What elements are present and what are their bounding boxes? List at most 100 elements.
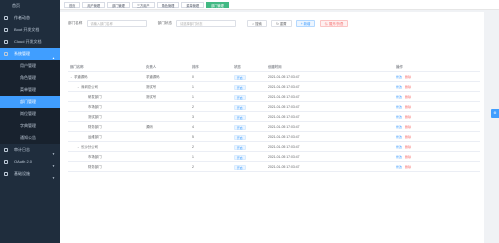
sidebar-item-label: 系统管理 [14, 51, 30, 56]
sidebar-item-label: Boot 开发文档 [14, 27, 40, 32]
table-row: 财务部门 2 开启 2021-01-05 17:03:47 修改 删除 [68, 162, 480, 172]
menu-icon [4, 148, 8, 152]
sidebar-item[interactable]: 岗位管理 [0, 108, 60, 120]
edit-link[interactable]: 修改 [396, 142, 402, 152]
operation-cell: 修改 删除 [396, 72, 414, 82]
sidebar-item-label: 作者动态 [14, 15, 30, 20]
tag-item[interactable]: 部门管理 [206, 2, 229, 8]
table-row: 财务部门 源码 4 开启 2021-01-05 17:03:47 修改 删除 [68, 122, 480, 132]
delete-link[interactable]: 删除 [405, 132, 411, 142]
sidebar-item[interactable]: OAuth 2.0 ▼ [0, 156, 60, 168]
sidebar-item[interactable]: 审计日志 ▼ [0, 144, 60, 156]
status-badge: 开启 [234, 154, 246, 160]
menu-icon [4, 172, 8, 176]
delete-link[interactable]: 删除 [405, 152, 411, 162]
operation-cell: 修改 删除 [396, 132, 414, 142]
create-time-cell: 2021-01-05 17:03:47 [268, 115, 300, 119]
edit-link[interactable]: 修改 [396, 112, 402, 122]
sidebar-item[interactable]: Boot 开发文档 [0, 24, 60, 36]
dept-name-cell: ⌄深圳总公司 [77, 82, 98, 92]
delete-link[interactable]: 删除 [405, 82, 411, 92]
sidebar-item[interactable]: 部门管理 [0, 96, 60, 108]
header-name: 部门名称 [70, 65, 84, 69]
sort-cell: 2 [192, 145, 194, 149]
dept-name-text: 财务部门 [88, 125, 102, 129]
delete-link[interactable]: 删除 [405, 92, 411, 102]
edit-link[interactable]: 修改 [396, 152, 402, 162]
sort-cell: 0 [192, 75, 194, 79]
operation-cell: 修改 删除 [396, 142, 414, 152]
table-row: 市场部门 1 开启 2021-01-05 17:03:47 修改 删除 [68, 152, 480, 162]
dept-status-label: 部门状态 [157, 21, 172, 25]
tag-item[interactable]: 首页 [64, 2, 81, 8]
reset-button[interactable]: ↻ 重置 [271, 20, 292, 27]
sidebar-item[interactable]: 首页 [0, 0, 60, 12]
sidebar-item-label: Cloud 开发文档 [14, 39, 42, 44]
add-button-label: 新增 [303, 22, 311, 26]
expand-collapse-button[interactable]: ⇅ 展开/折叠 [319, 20, 349, 27]
operation-cell: 修改 删除 [396, 162, 414, 172]
status-cell: 开启 [234, 92, 246, 102]
sidebar-item[interactable]: 字典管理 [0, 120, 60, 132]
create-time-cell: 2021-01-05 17:03:47 [268, 125, 300, 129]
search-button-label: 搜索 [255, 22, 262, 26]
dept-name-text: 深圳总公司 [81, 85, 98, 89]
sidebar-item[interactable]: 用户管理 [0, 60, 60, 72]
sidebar-item[interactable]: 角色管理 [0, 72, 60, 84]
dept-name-input[interactable]: 请输入部门名称 [86, 20, 147, 27]
edit-link[interactable]: 修改 [396, 82, 402, 92]
add-button[interactable]: + 新增 [295, 20, 316, 27]
operation-cell: 修改 删除 [396, 152, 414, 162]
edit-link[interactable]: 修改 [396, 122, 402, 132]
sort-cell: 4 [192, 125, 194, 129]
edit-link[interactable]: 修改 [396, 132, 402, 142]
tag-item[interactable]: 部门管理 [107, 2, 130, 8]
sidebar-item[interactable]: 系统管理 ▲ [0, 48, 60, 60]
sidebar-item[interactable]: 菜单管理 [0, 84, 60, 96]
leader-cell: 测试号 [146, 85, 157, 89]
dept-name-cell: 财务部门 [84, 122, 102, 132]
edit-link[interactable]: 修改 [396, 162, 402, 172]
status-badge: 开启 [234, 94, 246, 100]
table-row: 测试部门 3 开启 2021-01-05 17:03:47 修改 删除 [68, 112, 480, 122]
edit-link[interactable]: 修改 [396, 72, 402, 82]
delete-link[interactable]: 删除 [405, 162, 411, 172]
dept-name-text: 长沙分公司 [81, 145, 98, 149]
sort-cell: 2 [192, 165, 194, 169]
search-button[interactable]: ⌕ 搜索 [247, 20, 267, 27]
main-area: 首页 用户管理 部门管理 三方用户 角色管理 菜单管理 部门管理 部门名称 请输入部门名称 … [60, 0, 499, 243]
sidebar-item[interactable]: Cloud 开发文档 [0, 36, 60, 48]
sidebar-item[interactable]: 作者动态 [0, 12, 60, 24]
tag-item[interactable]: 三方用户 [131, 2, 155, 8]
status-badge: 开启 [234, 164, 246, 170]
content-panel: 部门名称 请输入部门名称 部门状态 请选择部门状态 ⌕ 搜索 ↻ 重置 + 新增… [60, 12, 484, 243]
delete-link[interactable]: 删除 [405, 102, 411, 112]
sidebar-item[interactable]: 基础设施 ▼ [0, 168, 60, 180]
settings-drawer-button[interactable]: ⚙ [491, 109, 499, 118]
menu-icon [4, 16, 8, 20]
header-status: 状态 [234, 65, 241, 69]
tag-item[interactable]: 菜单管理 [181, 2, 205, 8]
delete-link[interactable]: 删除 [405, 112, 411, 122]
sidebar-item[interactable]: 通知公告 [0, 132, 60, 144]
table-header: 部门名称 负责人 排序 状态 创建时间 操作 [68, 62, 480, 72]
status-cell: 开启 [234, 102, 246, 112]
tags-view: 首页 用户管理 部门管理 三方用户 角色管理 菜单管理 部门管理 [60, 0, 499, 10]
edit-link[interactable]: 修改 [396, 102, 402, 112]
menu-icon [4, 40, 8, 44]
menu-icon [4, 160, 8, 164]
edit-link[interactable]: 修改 [396, 92, 402, 102]
delete-link[interactable]: 删除 [405, 72, 411, 82]
dept-name-cell: ⌄长沙分公司 [77, 142, 98, 152]
delete-link[interactable]: 删除 [405, 122, 411, 132]
dept-status-select[interactable]: 请选择部门状态 [176, 20, 237, 27]
menu-icon [4, 28, 8, 32]
sidebar-item-label: 首页 [12, 3, 20, 8]
dept-name-text: 芋道源码 [74, 75, 88, 79]
dept-name-cell: ⌄芋道源码 [70, 72, 88, 82]
delete-link[interactable]: 删除 [405, 142, 411, 152]
status-cell: 开启 [234, 162, 246, 172]
status-badge: 开启 [234, 74, 246, 80]
tag-item[interactable]: 角色管理 [156, 2, 180, 8]
tag-item[interactable]: 用户管理 [82, 2, 106, 8]
